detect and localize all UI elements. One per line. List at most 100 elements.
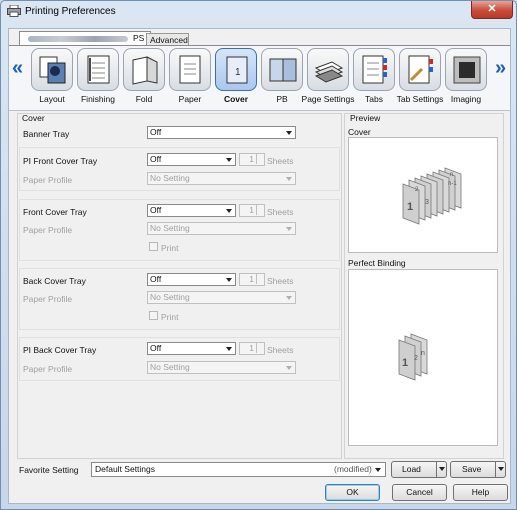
pb-icon [269,58,297,82]
finishing-icon [87,55,110,84]
pi-front-sheets-stepper[interactable]: 1 [239,153,265,166]
pi-back-cover-tray-select[interactable]: Off [147,342,236,355]
dialog-client-area: PS Advanced « » 1 Layout Finishing Fold … [8,28,511,504]
printer-name-obscured [28,36,128,42]
chevron-down-icon [439,467,445,471]
ribbon-layout-button[interactable] [31,48,73,91]
pi-back-sheets-value: 1 [249,343,254,353]
pi-front-cover-tray-select[interactable]: Off [147,153,236,166]
back-cover-print-label: Print [161,312,179,322]
front-cover-print-checkbox[interactable] [149,242,158,251]
back-cover-paper-profile-label: Paper Profile [23,294,73,304]
cancel-button[interactable]: Cancel [392,484,447,501]
title-bar: Printing Preferences ✕ [1,1,516,23]
back-cover-paper-profile-select[interactable]: No Setting [147,291,296,304]
ribbon-tabs-button[interactable] [353,48,395,91]
banner-tray-select[interactable]: Off [147,126,296,139]
ribbon-scroll-right-icon[interactable]: » [495,58,509,78]
back-cover-tray-label: Back Cover Tray [23,276,86,286]
back-cover-sheets-value: 1 [249,274,254,284]
cover-page-3: 3 [425,199,429,206]
back-cover-print-checkbox[interactable] [149,311,158,320]
chevron-down-icon [226,158,232,162]
chevron-down-icon [498,467,504,471]
cover-icon: 1 [226,56,248,84]
chevron-down-icon [226,278,232,282]
preview-cover-title: Cover [348,127,371,137]
back-cover-tray-select[interactable]: Off [147,273,236,286]
ribbon-cover-button[interactable]: 1 [215,48,257,91]
ribbon-page-settings-button[interactable] [307,48,349,91]
preview-section-title: Preview [350,113,381,123]
chevron-down-icon [286,177,292,181]
chevron-down-icon [286,227,292,231]
pi-back-sheets-label: Sheets [267,345,294,355]
fold-icon [132,56,158,85]
pi-front-paper-profile-value: No Setting [150,173,190,183]
front-cover-sheets-value: 1 [249,205,254,215]
cover-page-1: 1 [407,201,413,213]
ribbon-paper-button[interactable] [169,48,211,91]
ribbon-pb-button[interactable] [261,48,303,91]
svg-text:1: 1 [235,67,241,78]
front-cover-sheets-stepper[interactable]: 1 [239,204,265,217]
front-cover-tray-label: Front Cover Tray [23,207,87,217]
paper-icon [179,55,201,84]
close-button[interactable]: ✕ [471,1,513,19]
binding-page-n: n [421,350,425,357]
chevron-down-icon [286,131,292,135]
save-menu-dropdown[interactable] [495,462,506,477]
layout-icon [39,56,66,84]
back-cover-sheets-label: Sheets [267,276,294,286]
window-title: Printing Preferences [25,6,116,17]
pi-back-paper-profile-value: No Setting [150,362,190,372]
chevron-down-icon [226,347,232,351]
pi-back-sheets-stepper[interactable]: 1 [239,342,265,355]
front-cover-tray-value: Off [150,205,162,215]
binding-page-1: 1 [402,357,408,369]
chevron-down-icon [286,296,292,300]
binding-page-2: 2 [414,355,418,362]
front-cover-paper-profile-label: Paper Profile [23,225,73,235]
front-cover-sheets-label: Sheets [267,207,294,217]
printing-preferences-window: Printing Preferences ✕ PS Advanced « » 1… [0,0,517,510]
ribbon-label-imaging: Imaging [450,94,482,104]
printer-icon [7,5,21,17]
ribbon-scroll-left-icon[interactable]: « [12,58,26,78]
chevron-down-icon [375,468,381,472]
tab-advanced[interactable]: Advanced [146,33,189,45]
help-button[interactable]: Help [453,484,508,501]
front-cover-print-label: Print [161,243,179,253]
save-button-label: Save [462,464,482,474]
favorite-setting-select[interactable]: Default Settings (modified) [91,462,386,477]
preview-binding-title: Perfect Binding [348,258,406,268]
back-cover-tray-value: Off [150,274,162,284]
pi-front-paper-profile-label: Paper Profile [23,175,73,185]
function-ribbon: « » 1 Layout Finishing Fold Paper Cover … [9,45,510,111]
back-cover-sheets-stepper[interactable]: 1 [239,273,265,286]
pi-front-sheets-label: Sheets [267,156,294,166]
load-button[interactable]: Load [391,461,447,478]
ribbon-fold-button[interactable] [123,48,165,91]
page-settings-icon [314,61,344,83]
save-button[interactable]: Save [450,461,506,478]
banner-tray-label: Banner Tray [23,129,70,139]
favorite-setting-bar: Favorite Setting Default Settings (modif… [15,461,506,479]
cover-page-n: n [450,172,453,178]
load-menu-dropdown[interactable] [436,462,447,477]
pi-back-paper-profile-label: Paper Profile [23,364,73,374]
ribbon-imaging-button[interactable] [445,48,487,91]
tab-ps[interactable]: PS [19,31,151,45]
banner-tray-value: Off [150,127,162,137]
ok-button[interactable]: OK [325,484,380,501]
ribbon-finishing-button[interactable] [77,48,119,91]
load-button-label: Load [402,464,421,474]
front-cover-tray-select[interactable]: Off [147,204,236,217]
pi-back-cover-tray-label: PI Back Cover Tray [23,345,97,355]
pi-front-paper-profile-select[interactable]: No Setting [147,172,296,185]
pi-front-sheets-value: 1 [249,154,254,164]
front-cover-paper-profile-select[interactable]: No Setting [147,222,296,235]
pi-back-paper-profile-select[interactable]: No Setting [147,361,296,374]
perfect-binding-illustration: 1 2 n [398,333,428,381]
ribbon-tab-settings-button[interactable] [399,48,441,91]
